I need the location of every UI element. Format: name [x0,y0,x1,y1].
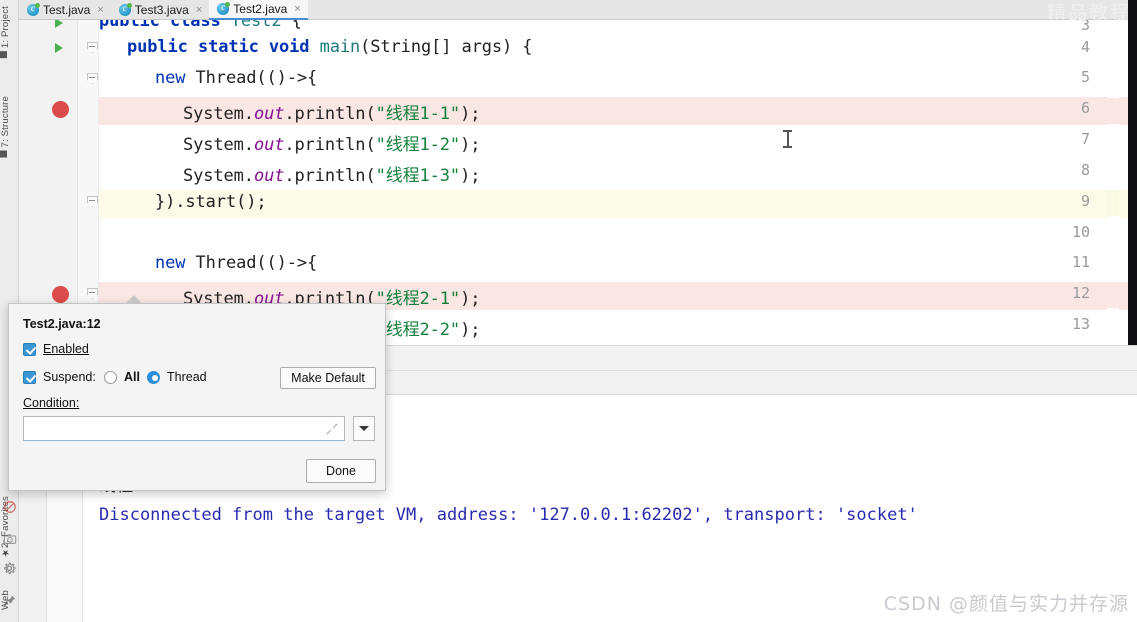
error-stripe-gutter[interactable] [1107,20,1119,345]
breakpoint-icon[interactable] [52,101,69,118]
tab-test-java[interactable]: Test.java × [19,0,111,20]
suspend-thread-radio-row[interactable]: Thread [147,370,207,384]
fold-marker[interactable] [87,196,98,208]
csdn-watermark: CSDN @颜值与实力并存源 [883,593,1129,615]
code-line-7: System.out.println("线程1-2"); [183,135,481,155]
suspend-checkbox[interactable] [23,370,36,384]
camera-icon[interactable] [3,532,17,546]
settings-icon[interactable] [3,562,17,576]
editor-gutter[interactable] [19,20,78,345]
sidebar-item-project[interactable]: 1: Project [0,6,19,59]
project-icon [0,51,7,59]
suspend-all-label: All [124,370,140,384]
make-default-label: Make Default [291,371,365,385]
make-default-button[interactable]: Make Default [280,367,376,389]
sidebar-item-structure-label: 7: Structure [0,96,12,148]
suspend-thread-radio[interactable] [147,370,160,384]
suspend-all-radio-row[interactable]: All [104,370,140,384]
top-watermark: 精品教程 [1046,2,1131,24]
done-label: Done [326,464,356,478]
code-line-9: }).start(); [155,192,267,212]
tab-label: Test2.java [233,2,288,16]
close-icon[interactable]: × [196,4,202,16]
enabled-label-text: Enabled [43,342,89,356]
popup-title: Test2.java:12 [23,317,101,331]
close-icon[interactable]: × [294,3,300,15]
close-icon[interactable]: × [97,4,103,16]
code-line-5: new Thread(()->{ [155,68,318,88]
suspend-thread-label: Thread [167,370,207,384]
code-editor[interactable]: 3 4 5 6 7 8 9 10 11 12 13 public class T… [19,20,1128,345]
code-text-area[interactable]: public class Test2 { public static void … [99,20,1128,345]
java-class-icon [217,2,231,15]
java-class-icon [27,3,40,16]
suspend-all-radio[interactable] [104,370,117,384]
breakpoint-icon[interactable] [52,286,69,303]
expand-editor-icon[interactable] [326,423,338,435]
stripe-breakpoint [1107,282,1119,308]
console-line-system: Disconnected from the target VM, address… [99,505,918,525]
fold-marker[interactable] [87,42,98,54]
code-line-4: public static void main(String[] args) { [127,37,533,57]
condition-label: Condition: [23,396,79,410]
tab-label: Test3.java [134,3,189,17]
code-line-3: public class Test2 { [99,20,302,31]
java-class-icon [118,3,132,16]
condition-history-dropdown[interactable] [353,416,375,441]
done-button[interactable]: Done [306,459,376,483]
text-cursor-icon [783,130,792,148]
condition-input[interactable] [23,416,345,441]
enabled-checkbox-row[interactable]: Enabled [23,342,89,356]
suspend-checkbox-row[interactable]: Suspend: [23,370,96,384]
editor-tab-bar: Test.java × Test3.java × Test2.java × 精品… [19,0,1137,24]
suspend-label: Suspend: [43,370,96,384]
code-line-6: System.out.println("线程1-1"); [183,104,481,124]
code-line-8: System.out.println("线程1-3"); [183,166,481,186]
mute-breakpoints-icon[interactable] [3,500,17,514]
run-gutter-icon[interactable] [55,20,63,28]
sidebar-item-structure[interactable]: 7: Structure [0,96,19,158]
stripe-breakpoint [1107,98,1119,124]
ide-window: 1: Project 7: Structure ★2: Favorites We… [0,0,1137,622]
window-right-edge [1128,0,1137,345]
condition-label-text: Condition: [23,396,80,410]
star-icon: ★ [0,546,11,559]
run-gutter-icon[interactable] [55,43,63,53]
fold-marker[interactable] [87,73,98,85]
structure-icon [0,150,7,158]
breakpoint-properties-popup[interactable]: Test2.java:12 Enabled Suspend: All Threa… [8,295,386,491]
tab-test3-java[interactable]: Test3.java × [111,0,209,20]
sidebar-item-project-label: 1: Project [0,6,12,49]
chevron-down-icon [359,426,369,431]
tab-label: Test.java [43,3,91,17]
fold-marker[interactable] [87,288,98,300]
pin-icon[interactable] [3,594,17,608]
stripe-current-line [1107,190,1119,216]
code-line-11: new Thread(()->{ [155,253,318,273]
enabled-label: Enabled [43,342,89,356]
enabled-checkbox[interactable] [23,342,36,356]
tab-test2-java[interactable]: Test2.java × [209,0,308,20]
